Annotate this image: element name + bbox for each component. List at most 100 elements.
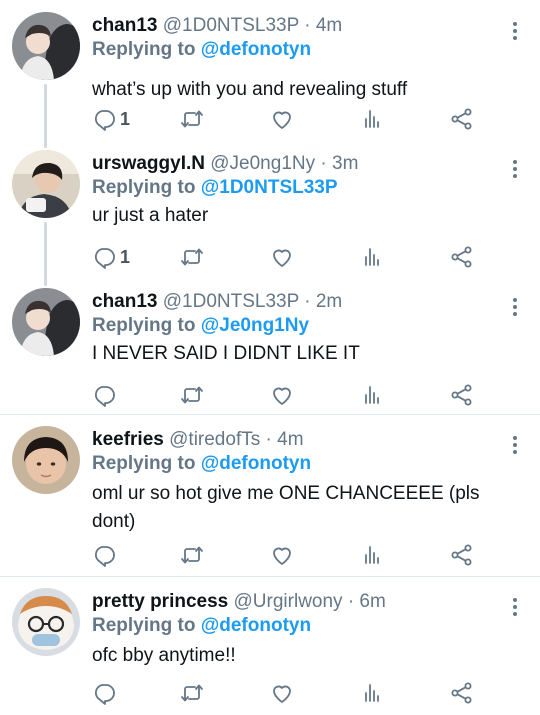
share-icon [450, 543, 474, 567]
retweet-button[interactable] [180, 382, 204, 408]
replying-to: Replying to @Je0ng1Ny [92, 314, 309, 338]
retweet-icon [180, 107, 204, 131]
tweet[interactable]: chan13 @1D0NTSL33P · 2m Replying to @Je0… [0, 288, 540, 408]
divider [0, 414, 540, 415]
retweet-button[interactable] [180, 244, 204, 270]
tweet[interactable]: pretty princess @Urgirlwony · 6m Replyin… [0, 588, 540, 712]
reply-button[interactable]: 1 [92, 106, 130, 132]
like-button[interactable] [270, 244, 294, 270]
replying-to-link[interactable]: @Je0ng1Ny [201, 315, 309, 336]
replying-to: Replying to @defonotyn [92, 614, 311, 638]
more-icon[interactable] [512, 598, 518, 618]
action-bar: 1 [92, 244, 522, 270]
more-icon[interactable] [512, 22, 518, 42]
share-icon [450, 681, 474, 705]
user-handle[interactable]: @1D0NTSL33P [163, 15, 299, 36]
replying-to-label: Replying to [92, 177, 196, 198]
retweet-button[interactable] [180, 680, 204, 706]
replying-to-link[interactable]: @defonotyn [201, 39, 311, 60]
timestamp[interactable]: · 3m [320, 153, 358, 174]
share-icon [450, 383, 474, 407]
more-icon[interactable] [512, 436, 518, 456]
replying-to-link[interactable]: @1D0NTSL33P [201, 177, 338, 198]
tweet-header: chan13 @1D0NTSL33P · 4m [92, 14, 496, 38]
reply-button[interactable] [92, 382, 120, 408]
tweet-text: ur just a hater [92, 205, 209, 226]
replying-to-label: Replying to [92, 615, 196, 636]
reply-icon [92, 245, 116, 269]
replying-to-label: Replying to [92, 315, 196, 336]
reply-button[interactable] [92, 542, 120, 568]
display-name[interactable]: pretty princess [92, 591, 228, 612]
user-handle[interactable]: @Je0ng1Ny [210, 153, 315, 174]
display-name[interactable]: chan13 [92, 291, 157, 312]
more-icon[interactable] [512, 160, 518, 180]
tweet-header: keefries @tiredofTs · 4m [92, 428, 496, 452]
share-button[interactable] [450, 244, 474, 270]
tweet[interactable]: chan13 @1D0NTSL33P · 4m Replying to @def… [0, 12, 540, 132]
display-name[interactable]: chan13 [92, 15, 157, 36]
analytics-icon [360, 681, 384, 705]
tweet-header: urswaggyI.N @Je0ng1Ny · 3m [92, 152, 496, 176]
analytics-button[interactable] [360, 244, 384, 270]
share-icon [450, 107, 474, 131]
avatar[interactable] [12, 288, 80, 356]
reply-icon [92, 543, 116, 567]
reply-icon [92, 383, 116, 407]
share-button[interactable] [450, 382, 474, 408]
user-handle[interactable]: @1D0NTSL33P [163, 291, 299, 312]
like-button[interactable] [270, 106, 294, 132]
replying-to-link[interactable]: @defonotyn [201, 453, 311, 474]
analytics-button[interactable] [360, 106, 384, 132]
analytics-icon [360, 107, 384, 131]
retweet-button[interactable] [180, 106, 204, 132]
analytics-icon [360, 383, 384, 407]
heart-icon [270, 543, 294, 567]
heart-icon [270, 383, 294, 407]
avatar[interactable] [12, 12, 80, 80]
tweet-text: what’s up with you and revealing stuff [92, 79, 408, 100]
user-handle[interactable]: @Urgirlwony [234, 591, 343, 612]
tweet[interactable]: keefries @tiredofTs · 4m Replying to @de… [0, 426, 540, 572]
display-name[interactable]: keefries [92, 429, 164, 450]
like-button[interactable] [270, 680, 294, 706]
share-button[interactable] [450, 542, 474, 568]
tweet-text: I NEVER SAID I DIDNT LIKE IT [92, 343, 360, 364]
analytics-button[interactable] [360, 680, 384, 706]
replying-to-label: Replying to [92, 39, 196, 60]
user-handle[interactable]: @tiredofTs [169, 429, 260, 450]
analytics-button[interactable] [360, 542, 384, 568]
reply-button[interactable]: 1 [92, 244, 130, 270]
retweet-button[interactable] [180, 542, 204, 568]
replying-to: Replying to @1D0NTSL33P [92, 176, 338, 200]
heart-icon [270, 107, 294, 131]
tweet[interactable]: urswaggyI.N @Je0ng1Ny · 3m Replying to @… [0, 150, 540, 270]
replying-to-label: Replying to [92, 453, 196, 474]
share-icon [450, 245, 474, 269]
timestamp[interactable]: · 2m [304, 291, 342, 312]
action-bar [92, 680, 522, 706]
action-bar [92, 542, 522, 568]
like-button[interactable] [270, 382, 294, 408]
retweet-icon [180, 383, 204, 407]
replying-to: Replying to @defonotyn [92, 38, 311, 62]
reply-button[interactable] [92, 680, 120, 706]
share-button[interactable] [450, 106, 474, 132]
avatar[interactable] [12, 150, 80, 218]
display-name[interactable]: urswaggyI.N [92, 153, 205, 174]
reply-count: 1 [120, 246, 131, 267]
timestamp[interactable]: · 6m [348, 591, 386, 612]
like-button[interactable] [270, 542, 294, 568]
heart-icon [270, 681, 294, 705]
timestamp[interactable]: · 4m [304, 15, 342, 36]
timestamp[interactable]: · 4m [266, 429, 304, 450]
more-icon[interactable] [512, 298, 518, 318]
avatar[interactable] [12, 426, 80, 494]
analytics-button[interactable] [360, 382, 384, 408]
avatar[interactable] [12, 588, 80, 656]
action-bar: 1 [92, 106, 522, 132]
reply-icon [92, 681, 116, 705]
share-button[interactable] [450, 680, 474, 706]
replying-to-link[interactable]: @defonotyn [201, 615, 311, 636]
heart-icon [270, 245, 294, 269]
